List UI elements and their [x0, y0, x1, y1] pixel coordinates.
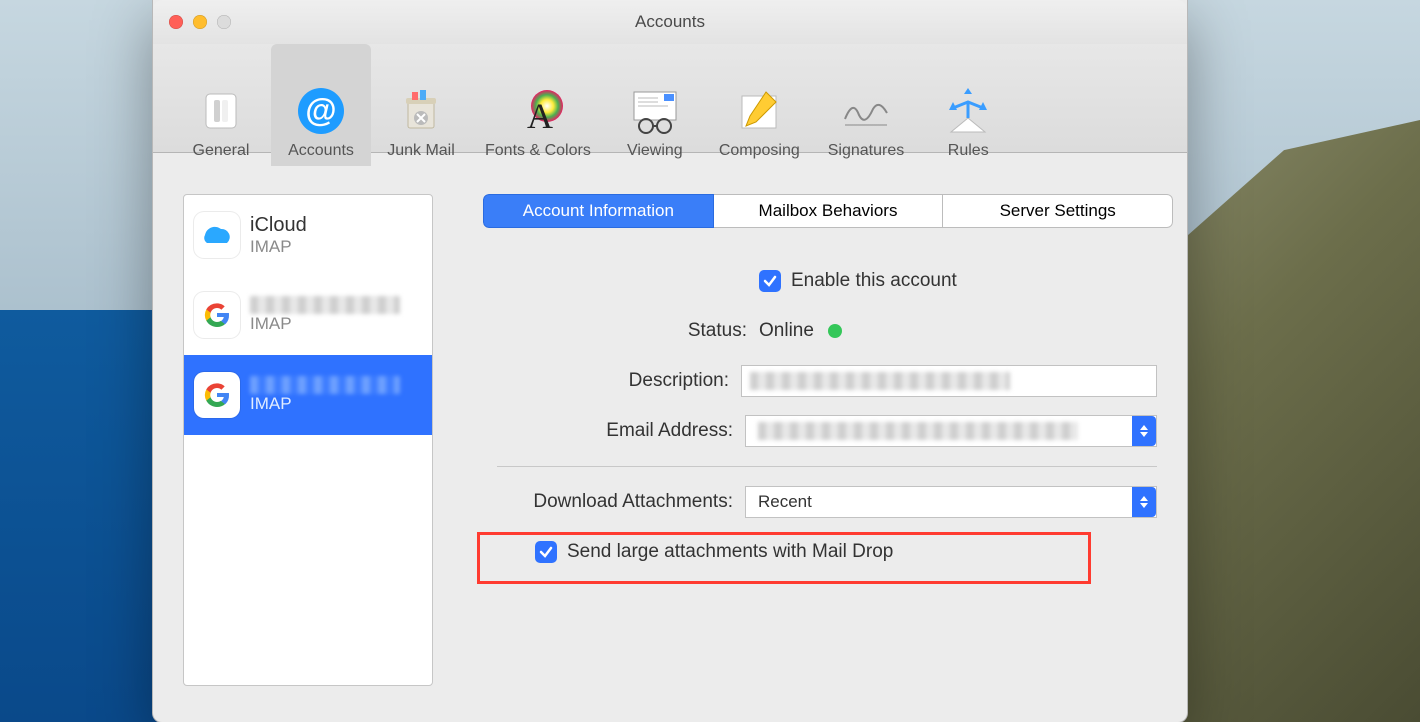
account-detail: Account Information Mailbox Behaviors Se…	[463, 152, 1157, 712]
redacted-text	[758, 422, 1078, 440]
toolbar-rules[interactable]: Rules	[918, 44, 1018, 166]
svg-text:A: A	[527, 96, 553, 134]
fonts-colors-icon: A	[511, 84, 565, 138]
account-item-google-2[interactable]: IMAP	[184, 355, 432, 435]
google-icon	[194, 372, 240, 418]
signature-icon	[839, 84, 893, 138]
account-form: Enable this account Status: Online Descr…	[463, 256, 1157, 577]
status-indicator-icon	[828, 324, 842, 338]
account-name: iCloud	[250, 213, 307, 237]
accounts-sidebar: iCloud IMAP IMAP	[183, 194, 433, 686]
mail-drop-checkbox[interactable]	[535, 541, 557, 563]
enable-account-checkbox[interactable]	[759, 270, 781, 292]
tab-account-information[interactable]: Account Information	[483, 194, 714, 228]
download-attachments-select[interactable]: Recent	[745, 486, 1157, 518]
toolbar-signatures[interactable]: Signatures	[814, 44, 919, 166]
email-address-select[interactable]	[745, 415, 1157, 447]
tab-server-settings[interactable]: Server Settings	[943, 194, 1173, 228]
redacted-text	[750, 372, 1010, 390]
download-attachments-label: Download Attachments:	[463, 491, 745, 513]
toolbar-fonts-colors[interactable]: A Fonts & Colors	[471, 44, 605, 166]
toolbar-accounts[interactable]: @ Accounts	[271, 44, 371, 166]
desktop-background: Accounts General @ Accounts Junk Mail	[0, 0, 1420, 722]
account-tabs: Account Information Mailbox Behaviors Se…	[483, 194, 1173, 228]
toolbar-viewing[interactable]: Viewing	[605, 44, 705, 166]
download-attachments-value: Recent	[758, 492, 812, 512]
email-label: Email Address:	[463, 420, 745, 442]
status-value: Online	[759, 320, 814, 342]
mail-drop-label: Send large attachments with Mail Drop	[567, 541, 893, 563]
glasses-icon	[628, 84, 682, 138]
at-icon: @	[294, 84, 348, 138]
toolbar-general[interactable]: General	[171, 44, 271, 166]
svg-text:@: @	[305, 92, 336, 128]
compose-icon	[732, 84, 786, 138]
preferences-toolbar: General @ Accounts Junk Mail A Fonts & C…	[153, 44, 1187, 153]
preferences-window: Accounts General @ Accounts Junk Mail	[152, 0, 1188, 722]
status-label: Status:	[463, 320, 759, 342]
toolbar-junk-mail[interactable]: Junk Mail	[371, 44, 471, 166]
account-type: IMAP	[250, 237, 307, 257]
window-titlebar[interactable]: Accounts	[153, 0, 1187, 44]
trash-icon	[394, 84, 448, 138]
account-item-icloud[interactable]: iCloud IMAP	[184, 195, 432, 275]
dropdown-caret-icon	[1132, 487, 1156, 517]
rules-icon	[941, 84, 995, 138]
toolbar-composing[interactable]: Composing	[705, 44, 814, 166]
account-item-google-1[interactable]: IMAP	[184, 275, 432, 355]
dropdown-caret-icon	[1132, 416, 1156, 446]
content-area: iCloud IMAP IMAP	[183, 152, 1157, 712]
form-divider	[497, 466, 1157, 467]
google-icon	[194, 292, 240, 338]
enable-account-label: Enable this account	[791, 270, 957, 292]
icloud-icon	[194, 212, 240, 258]
description-label: Description:	[463, 370, 741, 392]
account-name-redacted	[250, 296, 400, 314]
account-type: IMAP	[250, 314, 400, 334]
tab-mailbox-behaviors[interactable]: Mailbox Behaviors	[714, 194, 944, 228]
switch-icon	[194, 84, 248, 138]
account-type: IMAP	[250, 394, 400, 414]
description-input[interactable]	[741, 365, 1157, 397]
window-title: Accounts	[153, 12, 1187, 32]
account-name-redacted	[250, 376, 400, 394]
